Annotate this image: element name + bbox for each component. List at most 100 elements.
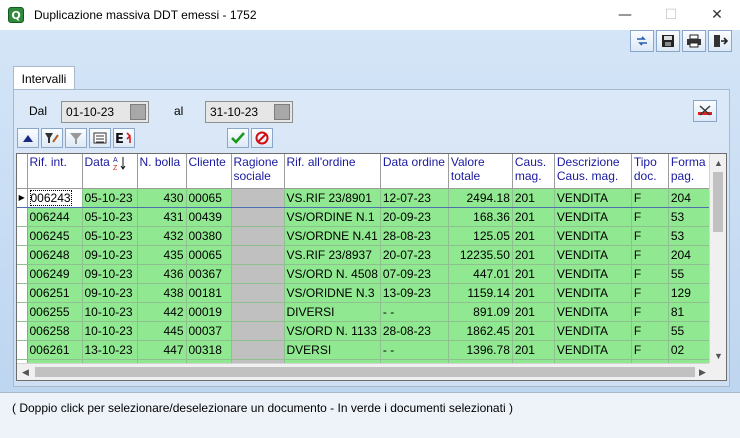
table-cell[interactable]: 435 (137, 245, 187, 265)
table-cell[interactable]: 442 (137, 302, 187, 322)
table-cell[interactable]: 10-10-23 (82, 302, 138, 322)
table-cell[interactable] (231, 264, 285, 284)
table-cell[interactable]: 81 (668, 302, 714, 322)
table-cell[interactable]: 006248 (27, 245, 83, 265)
scroll-up-icon[interactable]: ▲ (710, 154, 726, 171)
table-cell[interactable]: 006244 (27, 207, 83, 227)
table-cell[interactable]: VENDITA (554, 207, 632, 227)
table-cell[interactable]: 006258 (27, 321, 83, 341)
table-cell[interactable]: 05-10-23 (82, 226, 138, 246)
table-cell[interactable]: VS/ORDNE N.41 (284, 226, 381, 246)
scroll-down-icon[interactable]: ▼ (710, 347, 726, 364)
col-valore-totale[interactable]: Valore totale (448, 154, 513, 189)
table-cell[interactable]: 00065 (186, 187, 232, 208)
table-cell[interactable]: F (631, 187, 669, 208)
row-selector[interactable] (17, 302, 28, 322)
table-cell[interactable]: 2494.18 (448, 187, 513, 208)
table-cell[interactable]: 201 (512, 302, 555, 322)
col-descrizione-caus[interactable]: Descrizione Caus. mag. (554, 154, 632, 189)
table-cell[interactable]: 431 (137, 207, 187, 227)
export-icon[interactable]: E (113, 128, 135, 148)
vertical-scrollbar[interactable]: ▲ ▼ (709, 154, 726, 364)
table-cell[interactable]: 006261 (27, 340, 83, 360)
table-cell[interactable]: 05-10-23 (82, 207, 138, 227)
table-cell[interactable]: 201 (512, 340, 555, 360)
tab-intervalli[interactable]: Intervalli (13, 66, 75, 90)
table-cell[interactable] (231, 207, 285, 227)
table-cell[interactable]: - - (380, 302, 449, 322)
table-row[interactable]: 006258 10-10-23 445 00037 VS/ORD N. 1133 28-0… (17, 321, 714, 341)
table-cell[interactable]: 201 (512, 207, 555, 227)
table-cell[interactable]: 006255 (27, 302, 83, 322)
funnel-icon[interactable] (65, 128, 87, 148)
table-row[interactable]: 006244 05-10-23 431 00439 VS/ORDINE N.1 20-09… (17, 207, 714, 227)
table-cell[interactable]: 891.09 (448, 302, 513, 322)
clear-filter-button[interactable] (693, 100, 717, 122)
table-cell[interactable]: 438 (137, 283, 187, 303)
calendar-to-button[interactable] (274, 104, 290, 120)
table-cell[interactable]: VS.RIF 23/8901 (284, 187, 381, 208)
table-cell[interactable]: 00181 (186, 283, 232, 303)
calendar-from-button[interactable] (130, 104, 146, 120)
confirm-icon[interactable] (227, 128, 249, 148)
table-cell[interactable] (231, 245, 285, 265)
table-cell[interactable]: - - (380, 340, 449, 360)
table-cell[interactable]: 006243 (27, 187, 83, 208)
table-cell[interactable]: 1159.14 (448, 283, 513, 303)
table-cell[interactable]: 53 (668, 226, 714, 246)
table-cell[interactable]: 07-09-23 (380, 264, 449, 284)
table-cell[interactable]: VS/ORDINE N.1 (284, 207, 381, 227)
row-selector[interactable] (17, 207, 28, 227)
documents-grid[interactable]: Rif. int. Data AZ N. bolla Cliente Ragio… (16, 153, 727, 381)
table-row[interactable]: 006249 09-10-23 436 00367 VS/ORD N. 4508 07-0… (17, 264, 714, 284)
table-cell[interactable]: 12235.50 (448, 245, 513, 265)
col-rif-ordine[interactable]: Rif. all'ordine (284, 154, 381, 189)
table-cell[interactable]: 02 (668, 340, 714, 360)
row-selector[interactable] (17, 321, 28, 341)
table-row[interactable]: 006245 05-10-23 432 00380 VS/ORDNE N.41 28-08… (17, 226, 714, 246)
table-cell[interactable]: 00439 (186, 207, 232, 227)
table-cell[interactable] (231, 321, 285, 341)
table-cell[interactable] (231, 340, 285, 360)
scroll-left-icon[interactable]: ◀ (17, 364, 34, 380)
table-cell[interactable]: 436 (137, 264, 187, 284)
table-cell[interactable]: 201 (512, 283, 555, 303)
table-cell[interactable]: VENDITA (554, 340, 632, 360)
table-cell[interactable]: 00318 (186, 340, 232, 360)
table-cell[interactable]: DIVERSI (284, 302, 381, 322)
table-cell[interactable]: 13-09-23 (380, 283, 449, 303)
table-cell[interactable]: VENDITA (554, 264, 632, 284)
date-from-field[interactable]: 01-10-23 (61, 101, 149, 123)
sort-az-icon[interactable]: AZ (113, 155, 127, 172)
table-cell[interactable]: F (631, 264, 669, 284)
row-selector[interactable] (17, 226, 28, 246)
table-cell[interactable]: 55 (668, 264, 714, 284)
refresh-icon[interactable] (630, 30, 654, 52)
table-cell[interactable]: 006249 (27, 264, 83, 284)
table-cell[interactable]: 204 (668, 187, 714, 208)
table-cell[interactable]: VENDITA (554, 245, 632, 265)
table-cell[interactable]: VENDITA (554, 321, 632, 341)
table-cell[interactable]: VENDITA (554, 302, 632, 322)
table-row[interactable]: 006251 09-10-23 438 00181 VS/ORIDNE N.3 13-09… (17, 283, 714, 303)
table-cell[interactable] (231, 283, 285, 303)
table-cell[interactable]: 09-10-23 (82, 283, 138, 303)
table-cell[interactable]: F (631, 302, 669, 322)
print-icon[interactable] (682, 30, 706, 52)
date-to-field[interactable]: 31-10-23 (205, 101, 293, 123)
row-selector[interactable]: ▶ (17, 187, 28, 208)
table-cell[interactable]: VENDITA (554, 283, 632, 303)
table-cell[interactable]: 447 (137, 340, 187, 360)
table-cell[interactable]: 201 (512, 226, 555, 246)
table-cell[interactable]: 28-08-23 (380, 321, 449, 341)
table-cell[interactable]: 125.05 (448, 226, 513, 246)
table-cell[interactable]: VS/ORIDNE N.3 (284, 283, 381, 303)
table-row[interactable]: 006261 13-10-23 447 00318 DVERSI - -1396.78 20… (17, 340, 714, 360)
col-cliente[interactable]: Cliente (186, 154, 232, 189)
table-cell[interactable]: 201 (512, 245, 555, 265)
table-cell[interactable]: F (631, 226, 669, 246)
table-cell[interactable]: 201 (512, 321, 555, 341)
col-rif-int[interactable]: Rif. int. (27, 154, 83, 189)
table-cell[interactable]: 09-10-23 (82, 264, 138, 284)
edit-filter-icon[interactable] (41, 128, 63, 148)
